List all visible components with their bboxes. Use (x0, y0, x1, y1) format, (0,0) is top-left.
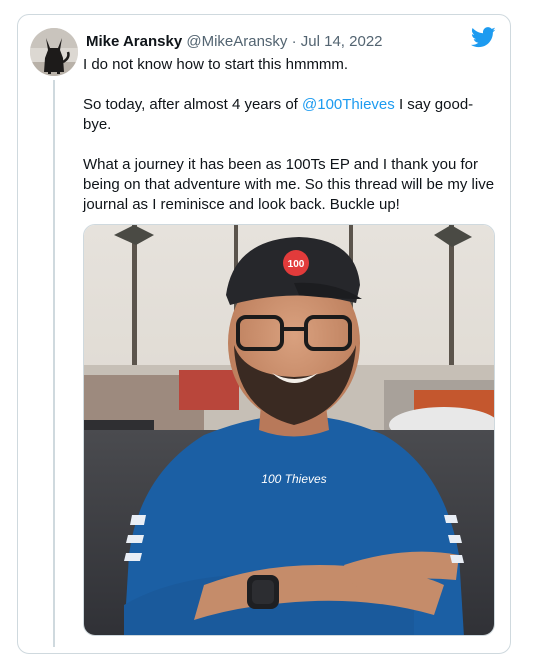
tweet-header: Mike Aransky @MikeAransky · Jul 14, 2022 (86, 33, 383, 51)
thread-connector-line (53, 80, 55, 647)
shirt-logo-text: 100 Thieves (261, 472, 326, 486)
tweet-line-1: I do not know how to start this hmmmm. (83, 56, 349, 73)
twitter-bird-icon[interactable] (470, 27, 496, 48)
mention-link[interactable]: @100Thieves (302, 96, 395, 113)
tweet-date[interactable]: Jul 14, 2022 (301, 33, 383, 50)
author-handle[interactable]: @MikeAransky (186, 33, 287, 50)
tweet-line-2-start: So today, after almost 4 years of (83, 96, 302, 113)
tweet-line-3: What a journey it has been as 100Ts EP a… (83, 156, 495, 213)
tweet-line-2: So today, after almost 4 years of @100Th… (83, 95, 501, 135)
header-separator: · (291, 33, 297, 50)
photo-man-in-cap-image: 100 100 Thieves (84, 225, 494, 635)
author-name[interactable]: Mike Aransky (86, 33, 182, 50)
avatar-dog-image (30, 28, 78, 76)
tweet-photo[interactable]: 100 100 Thieves (83, 224, 495, 636)
tweet-text: I do not know how to start this hmmmm. S… (83, 55, 501, 215)
author-avatar[interactable] (30, 28, 78, 76)
cap-logo-text: 100 (288, 259, 305, 270)
